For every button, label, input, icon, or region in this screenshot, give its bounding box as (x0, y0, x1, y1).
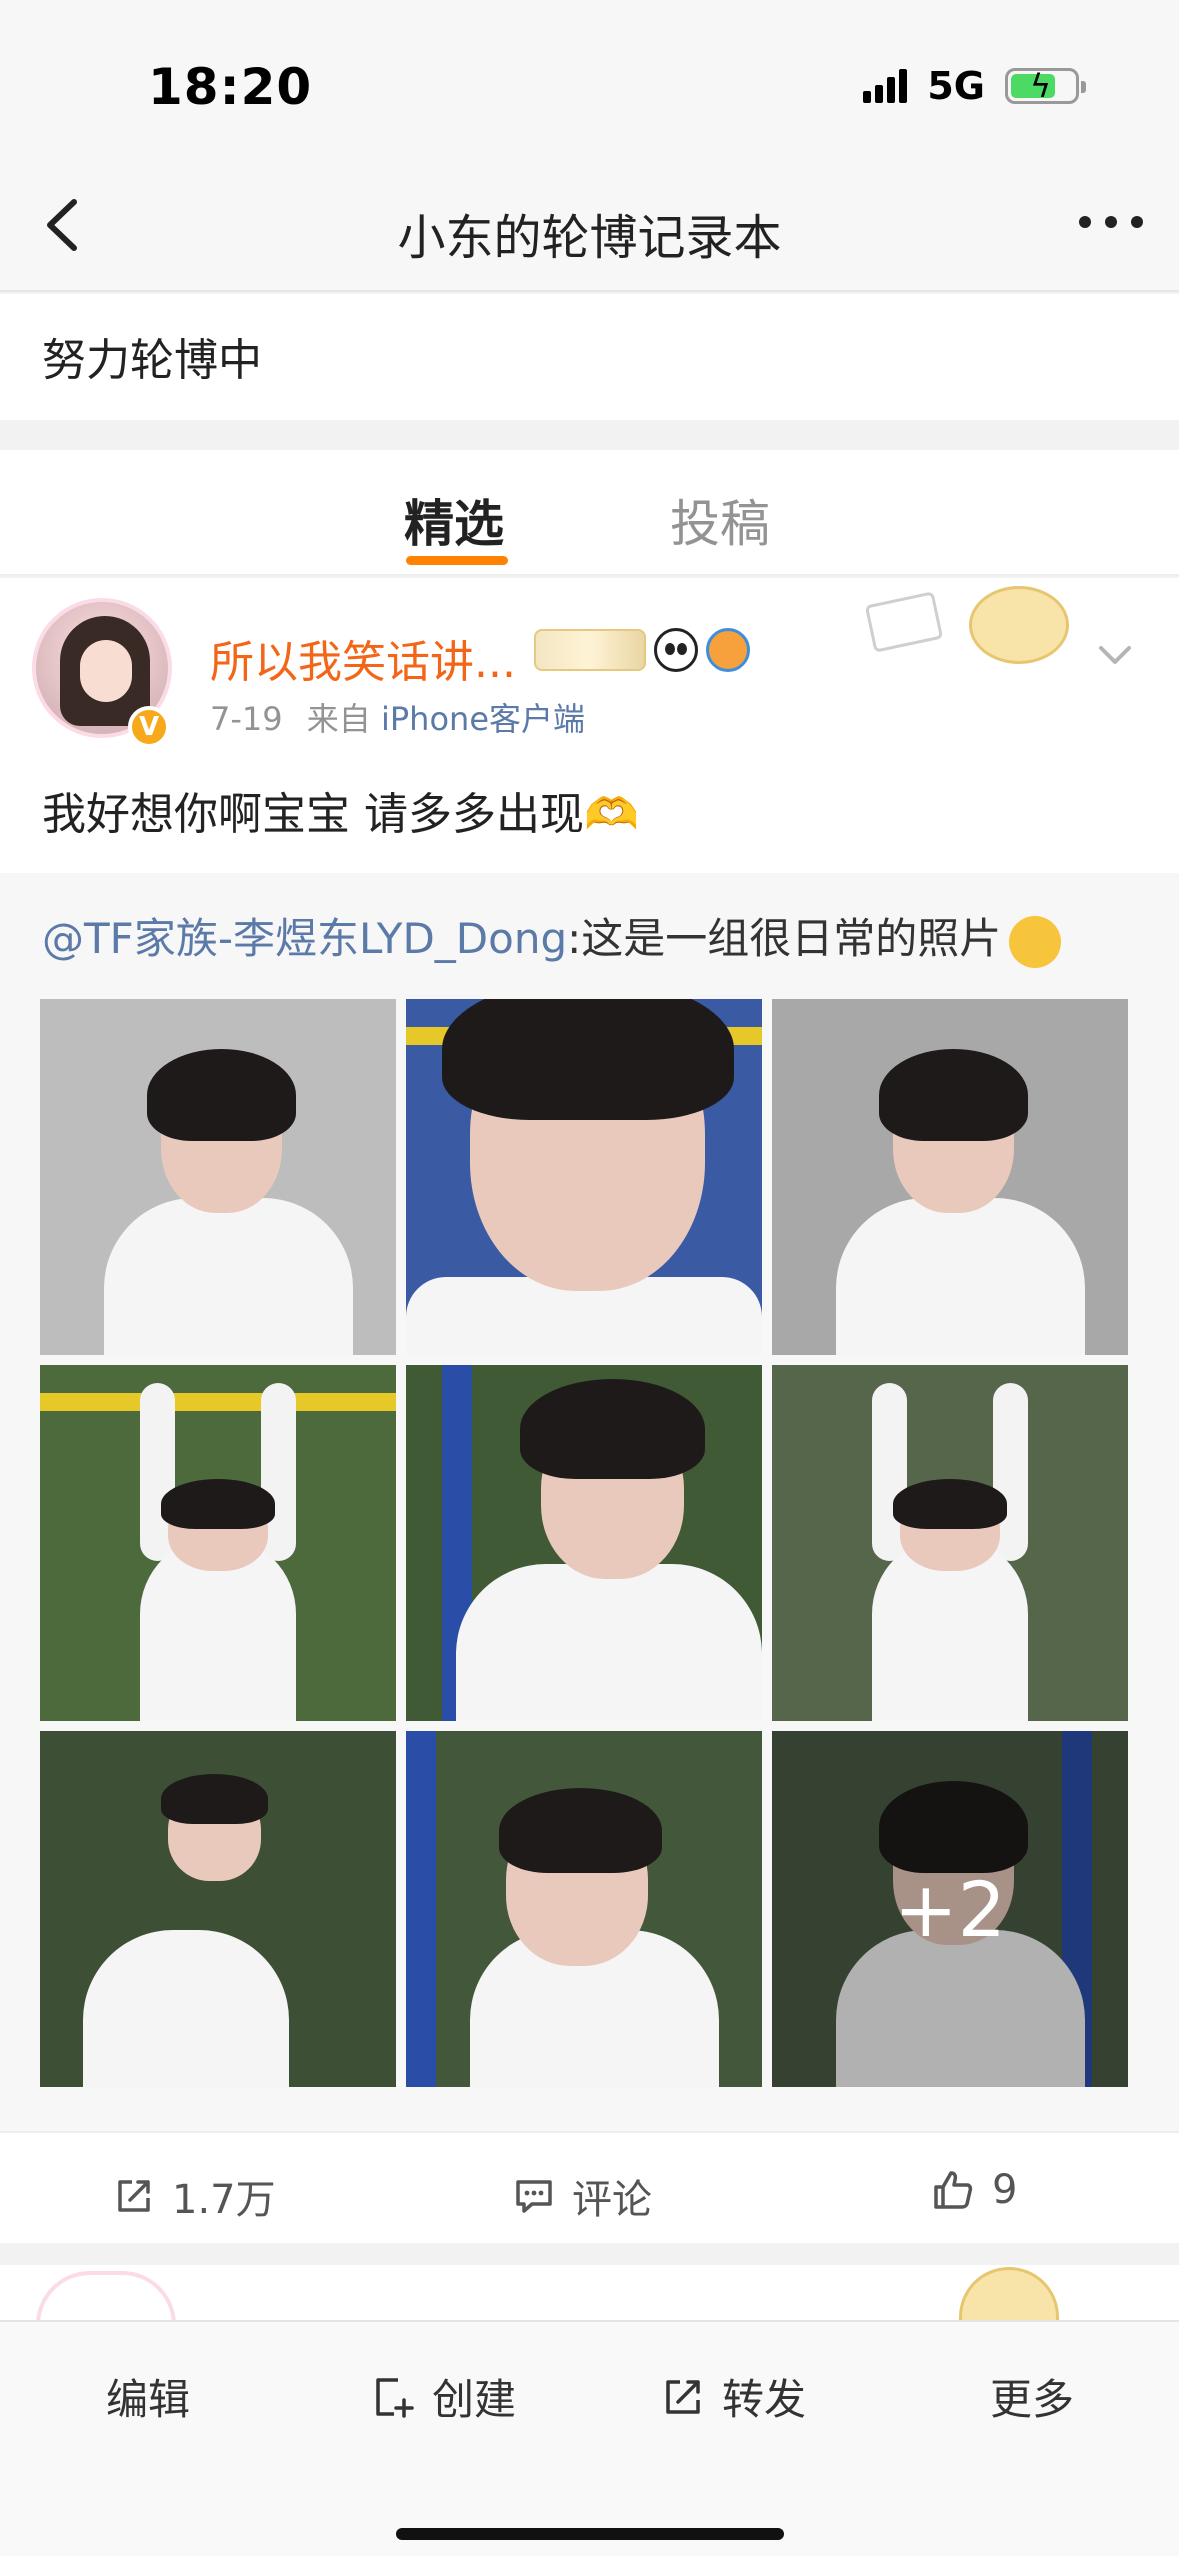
home-indicator[interactable] (396, 2528, 784, 2540)
status-bar: 18:20 5G ϟ (0, 0, 1179, 160)
forward-button[interactable]: 转发 (660, 2366, 806, 2427)
more-photos-count[interactable]: +2 (772, 1731, 1128, 2087)
bear-sticker-icon (969, 586, 1069, 664)
post-text: 我好想你啊宝宝 请多多出现🫶 (42, 778, 639, 842)
battery-icon: ϟ (1005, 67, 1086, 105)
user-badges (534, 628, 750, 672)
avatar-frame-decoration (36, 2271, 176, 2325)
bear-sticker-icon (959, 2267, 1059, 2325)
fan-badge-icon (534, 629, 646, 671)
photo-thumbnail[interactable] (40, 1731, 396, 2087)
description-text: 努力轮博中 (42, 335, 262, 386)
laughing-emoji-icon (1009, 915, 1062, 968)
bottom-toolbar: 编辑 创建 转发 更多 (0, 2320, 1179, 2556)
network-label: 5G (927, 64, 985, 108)
more-options-icon[interactable] (1079, 216, 1143, 228)
mention-link[interactable]: @TF家族-李煜东LYD_Dong (42, 914, 567, 963)
reposted-content[interactable]: @TF家族-李煜东LYD_Dong:这是一组很日常的照片 +2 (0, 873, 1179, 2131)
photo-grid: +2 (40, 999, 1138, 2087)
photo-thumbnail[interactable] (406, 999, 762, 1355)
photo-thumbnail[interactable] (406, 1365, 762, 1721)
verified-badge-icon: V (128, 706, 170, 748)
envelope-icon (864, 591, 944, 653)
status-indicators: 5G ϟ (863, 64, 1086, 108)
chevron-down-icon[interactable] (1095, 634, 1135, 674)
panda-badge-icon (654, 628, 698, 672)
create-icon (376, 2377, 414, 2418)
photo-thumbnail[interactable] (40, 1365, 396, 1721)
topic-description: 努力轮博中 (0, 294, 1179, 420)
post-date: 7-19 (210, 700, 283, 738)
comment-button[interactable]: 评论 (512, 2167, 652, 2225)
heart-hands-emoji: 🫶 (584, 789, 639, 840)
status-time: 18:20 (148, 58, 313, 116)
photo-thumbnail[interactable]: +2 (772, 1731, 1128, 2087)
like-button[interactable]: 9 (930, 2167, 1017, 2213)
photo-thumbnail[interactable] (40, 999, 396, 1355)
thumbs-up-icon (934, 2171, 973, 2209)
photo-thumbnail[interactable] (406, 1731, 762, 2087)
page-title: 小东的轮博记录本 (397, 210, 782, 266)
create-button[interactable]: 创建 (370, 2366, 516, 2427)
share-button[interactable]: 1.7万 (112, 2167, 276, 2225)
repost-body: :这是一组很日常的照片 (567, 914, 1002, 963)
post-source[interactable]: iPhone客户端 (381, 700, 585, 738)
post-body: 我好想你啊宝宝 请多多出现 (42, 789, 584, 840)
more-label: 更多 (990, 2375, 1075, 2424)
comment-icon (516, 2180, 552, 2213)
photo-thumbnail[interactable] (772, 999, 1128, 1355)
post-card: V 所以我笑话讲... 7-19 来自 iPhone客户端 我好想你啊宝宝 请多… (0, 578, 1179, 873)
post-action-bar: 1.7万 评论 9 (0, 2131, 1179, 2243)
edit-button[interactable]: 编辑 (106, 2366, 190, 2427)
tab-submissions[interactable]: 投稿 (670, 484, 770, 556)
next-post-preview (0, 2265, 1179, 2325)
forward-icon (666, 2379, 700, 2414)
edit-label: 编辑 (106, 2375, 191, 2424)
fish-badge-icon (706, 628, 750, 672)
repost-text: @TF家族-李煜东LYD_Dong:这是一组很日常的照片 (42, 905, 1062, 968)
active-tab-indicator (406, 556, 508, 565)
post-from-label: 来自 (306, 700, 371, 738)
forward-label: 转发 (722, 2375, 807, 2424)
more-button[interactable]: 更多 (990, 2366, 1074, 2427)
comment-label: 评论 (572, 2177, 652, 2223)
tab-bar: 精选 投稿 (0, 450, 1179, 576)
tab-featured[interactable]: 精选 (404, 484, 504, 556)
create-label: 创建 (432, 2375, 517, 2424)
share-count: 1.7万 (172, 2177, 276, 2223)
share-icon (118, 2180, 150, 2212)
like-count: 9 (992, 2167, 1018, 2213)
post-username[interactable]: 所以我笑话讲... (210, 626, 516, 690)
nav-bar: 小东的轮博记录本 (0, 160, 1179, 292)
photo-thumbnail[interactable] (772, 1365, 1128, 1721)
post-meta: 7-19 来自 iPhone客户端 (210, 694, 585, 740)
signal-icon (863, 69, 908, 103)
